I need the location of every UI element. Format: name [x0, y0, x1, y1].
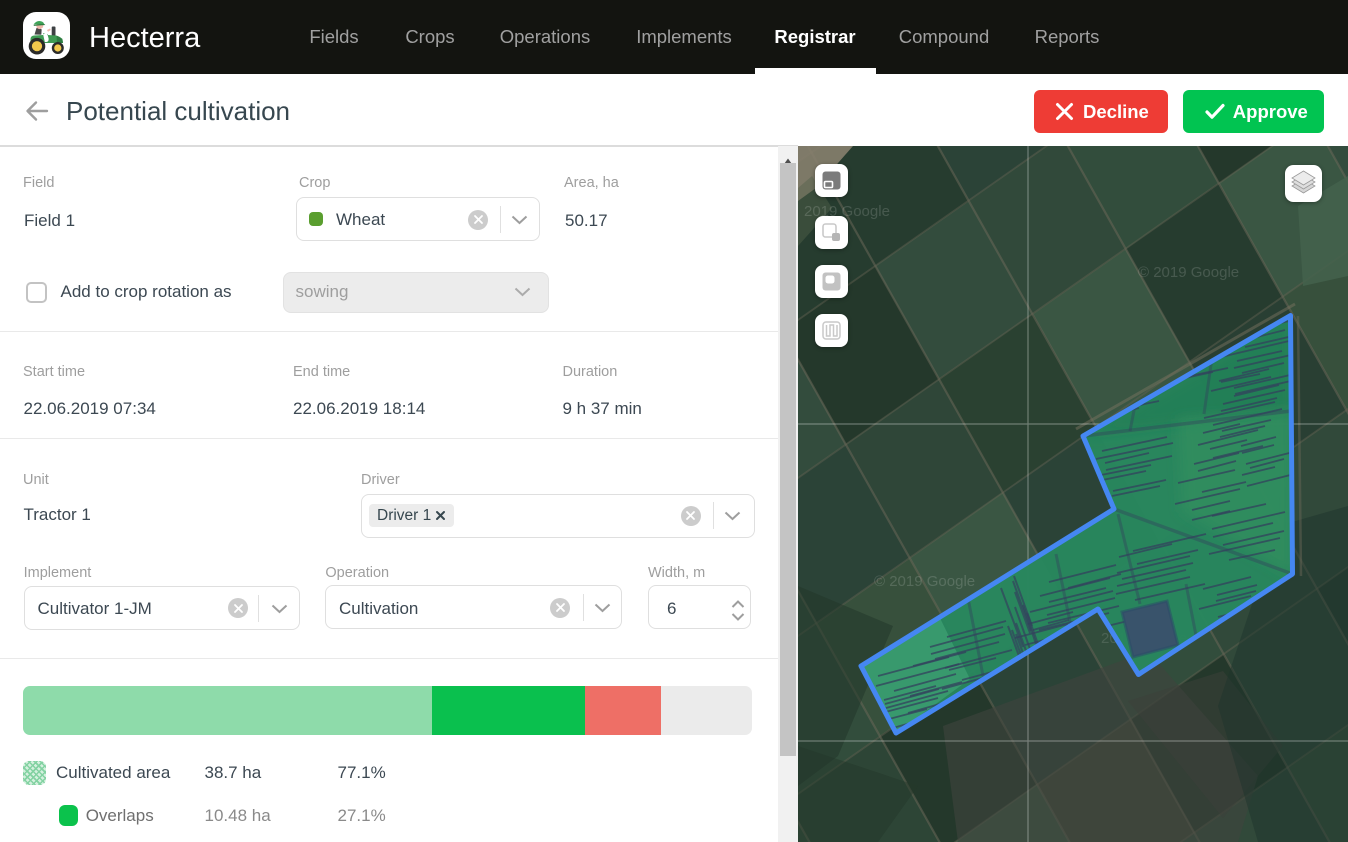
svg-text:© 2019 Google: © 2019 Google [1138, 264, 1239, 281]
svg-text:© 2019 Google: © 2019 Google [874, 573, 975, 590]
